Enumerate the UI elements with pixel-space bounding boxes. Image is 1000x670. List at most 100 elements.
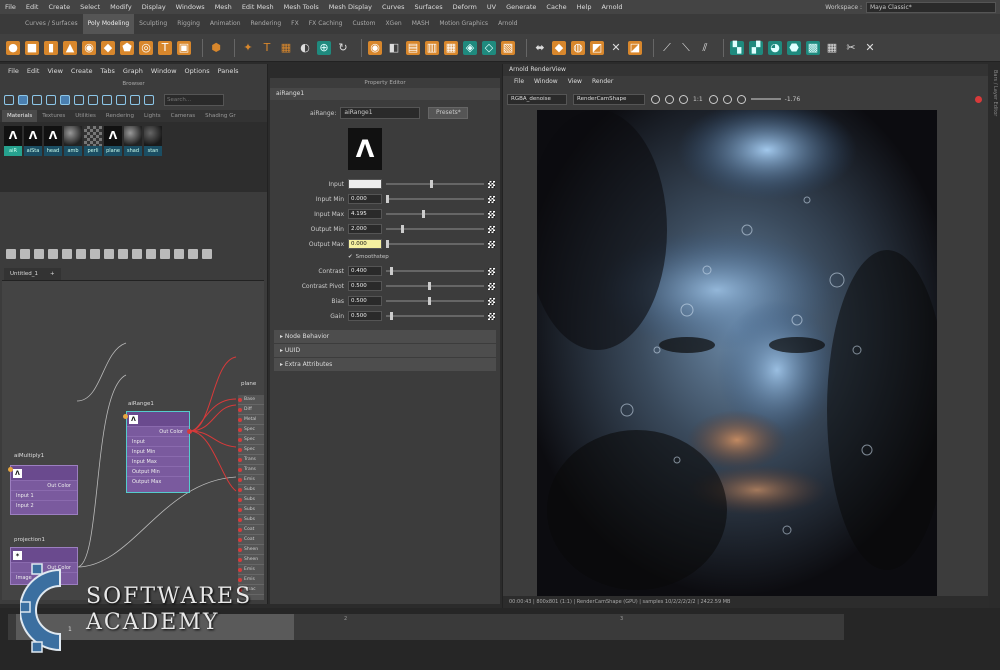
separate-icon[interactable]: ▤ [406,40,420,55]
shelf-tab-curves-surfaces[interactable]: Curves / Surfaces [20,14,83,34]
star-icon[interactable]: ✦ [241,41,255,55]
input-connections-icon[interactable] [6,249,16,259]
menu-item-arnold[interactable]: Arnold [596,0,627,14]
node-input-input[interactable]: Input [127,436,189,446]
material-swatch[interactable]: ΛaiSta [24,126,42,156]
plane-attribute[interactable]: Subs [238,485,264,495]
check-icon[interactable]: ✔ [348,254,353,260]
multicut-icon[interactable]: ⟋ [660,41,674,55]
node-input-input-2[interactable]: Input 2 [11,500,77,510]
full-mode-icon[interactable] [146,249,156,259]
plane-attribute[interactable]: Metal [238,415,264,425]
render-menu-file[interactable]: File [509,76,529,88]
disc-icon[interactable]: ⬟ [120,40,134,55]
attribute-value[interactable] [348,179,382,189]
browser-tab-shading-gr[interactable]: Shading Gr [200,110,241,122]
slider-knob[interactable] [427,297,431,305]
plane-attribute[interactable]: Subs [238,505,264,515]
map-button-icon[interactable] [488,180,495,188]
uv-sphere-icon[interactable]: ◕ [768,40,782,55]
menu-item-select[interactable]: Select [75,0,105,14]
attribute-slider[interactable] [386,180,484,188]
menu-item-generate[interactable]: Generate [501,0,541,14]
render-menu-render[interactable]: Render [587,76,618,88]
hypershade-menu-window[interactable]: Window [147,64,181,78]
attribute-value[interactable]: 4.195 [348,209,382,219]
menu-item-modify[interactable]: Modify [105,0,137,14]
hypershade-menu-create[interactable]: Create [67,64,97,78]
aimultiply-node[interactable]: Λ Out Color Input 1 Input 2 [10,465,78,515]
menu-item-deform[interactable]: Deform [448,0,482,14]
reduce-icon[interactable]: ◈ [463,40,477,55]
connected-mode-icon[interactable] [132,249,142,259]
rotate-icon[interactable]: ↻ [336,41,350,55]
material-swatch[interactable]: stan [144,126,162,156]
browser-tab-cameras[interactable]: Cameras [166,110,200,122]
exposure-value[interactable]: -1.76 [785,96,801,103]
airange-node[interactable]: Λ Out Color Input Input Min Input Max Outpu… [126,411,190,493]
snap-grid-icon[interactable] [202,249,212,259]
menu-item-edit-mesh[interactable]: Edit Mesh [237,0,279,14]
attribute-slider[interactable] [386,225,484,233]
hypershade-menu-file[interactable]: File [4,64,23,78]
remesh-icon[interactable]: ◇ [482,40,496,55]
uv-editor-icon[interactable]: ▩ [806,40,820,55]
extrude-icon[interactable]: ▧ [501,40,515,55]
shelf-tab-custom[interactable]: Custom [347,14,380,34]
map-button-icon[interactable] [488,195,495,203]
shelf-tab-xgen[interactable]: XGen [380,14,406,34]
material-swatch[interactable]: ΛaiR [4,126,22,156]
slider-knob[interactable] [429,180,433,188]
svg-icon[interactable]: ▣ [177,40,191,55]
node-graph[interactable]: aiRange1 Λ Out Color Input Input Min Input… [2,280,264,600]
icon-view-icon[interactable] [18,95,28,105]
map-button-icon[interactable] [488,297,495,305]
property-editor-tab[interactable]: aiRange1 [270,88,500,100]
attribute-slider[interactable] [386,312,484,320]
custom-mode-icon[interactable] [160,249,170,259]
plane-attribute[interactable]: Subs [238,495,264,505]
isolate-icon[interactable] [679,94,688,104]
shelf-tab-rendering[interactable]: Rendering [246,14,287,34]
uv-planar-icon[interactable]: ▚ [730,40,744,55]
menu-item-edit[interactable]: Edit [21,0,44,14]
browser-tab-textures[interactable]: Textures [37,110,70,122]
node-name-field[interactable]: aiRange1 [340,107,421,119]
cone-icon[interactable]: ▲ [63,40,77,55]
plane-attribute[interactable]: Coat [238,525,264,535]
attribute-value[interactable]: 2.000 [348,224,382,234]
menu-item-windows[interactable]: Windows [171,0,210,14]
map-button-icon[interactable] [488,225,495,233]
small-icon-icon[interactable] [46,95,56,105]
attribute-value[interactable]: 0.000 [348,194,382,204]
medium-icon-icon[interactable] [60,95,70,105]
attribute-value[interactable]: 0.500 [348,311,382,321]
material-swatch[interactable]: Λhead [44,126,62,156]
plane-attribute[interactable]: Spec [238,425,264,435]
text-icon[interactable]: T [158,40,172,55]
bevel-icon[interactable]: ◆ [552,40,566,55]
hypershade-menu-tabs[interactable]: Tabs [97,64,119,78]
bridge-icon[interactable]: ⬌ [533,41,547,55]
shelf-tab-motion-graphics[interactable]: Motion Graphics [434,14,493,34]
menu-item-help[interactable]: Help [572,0,597,14]
sphere-icon[interactable]: ● [6,40,20,55]
aov-dropdown[interactable]: RGBA_denoise [507,93,567,105]
section-extra-attributes[interactable]: ▸ Extra Attributes [274,358,496,371]
slider-knob[interactable] [422,210,426,218]
plane-attribute[interactable]: Spec [238,445,264,455]
section-node-behavior[interactable]: ▸ Node Behavior [274,330,496,343]
plane-attribute[interactable]: Coat [238,535,264,545]
collapse-icon[interactable]: ✕ [609,41,623,55]
render-icon[interactable] [651,94,660,104]
browser-tab-lights[interactable]: Lights [139,110,166,122]
plane-attribute[interactable]: Trans [238,465,264,475]
shelf-tab-sculpting[interactable]: Sculpting [134,14,172,34]
list-view-icon[interactable] [32,95,42,105]
map-button-icon[interactable] [488,240,495,248]
slider-knob[interactable] [401,225,405,233]
plane-icon[interactable]: ◆ [101,40,115,55]
grid-icon[interactable] [188,249,198,259]
cube-icon[interactable]: ■ [25,40,39,55]
shelf-tab-fx[interactable]: FX [286,14,304,34]
